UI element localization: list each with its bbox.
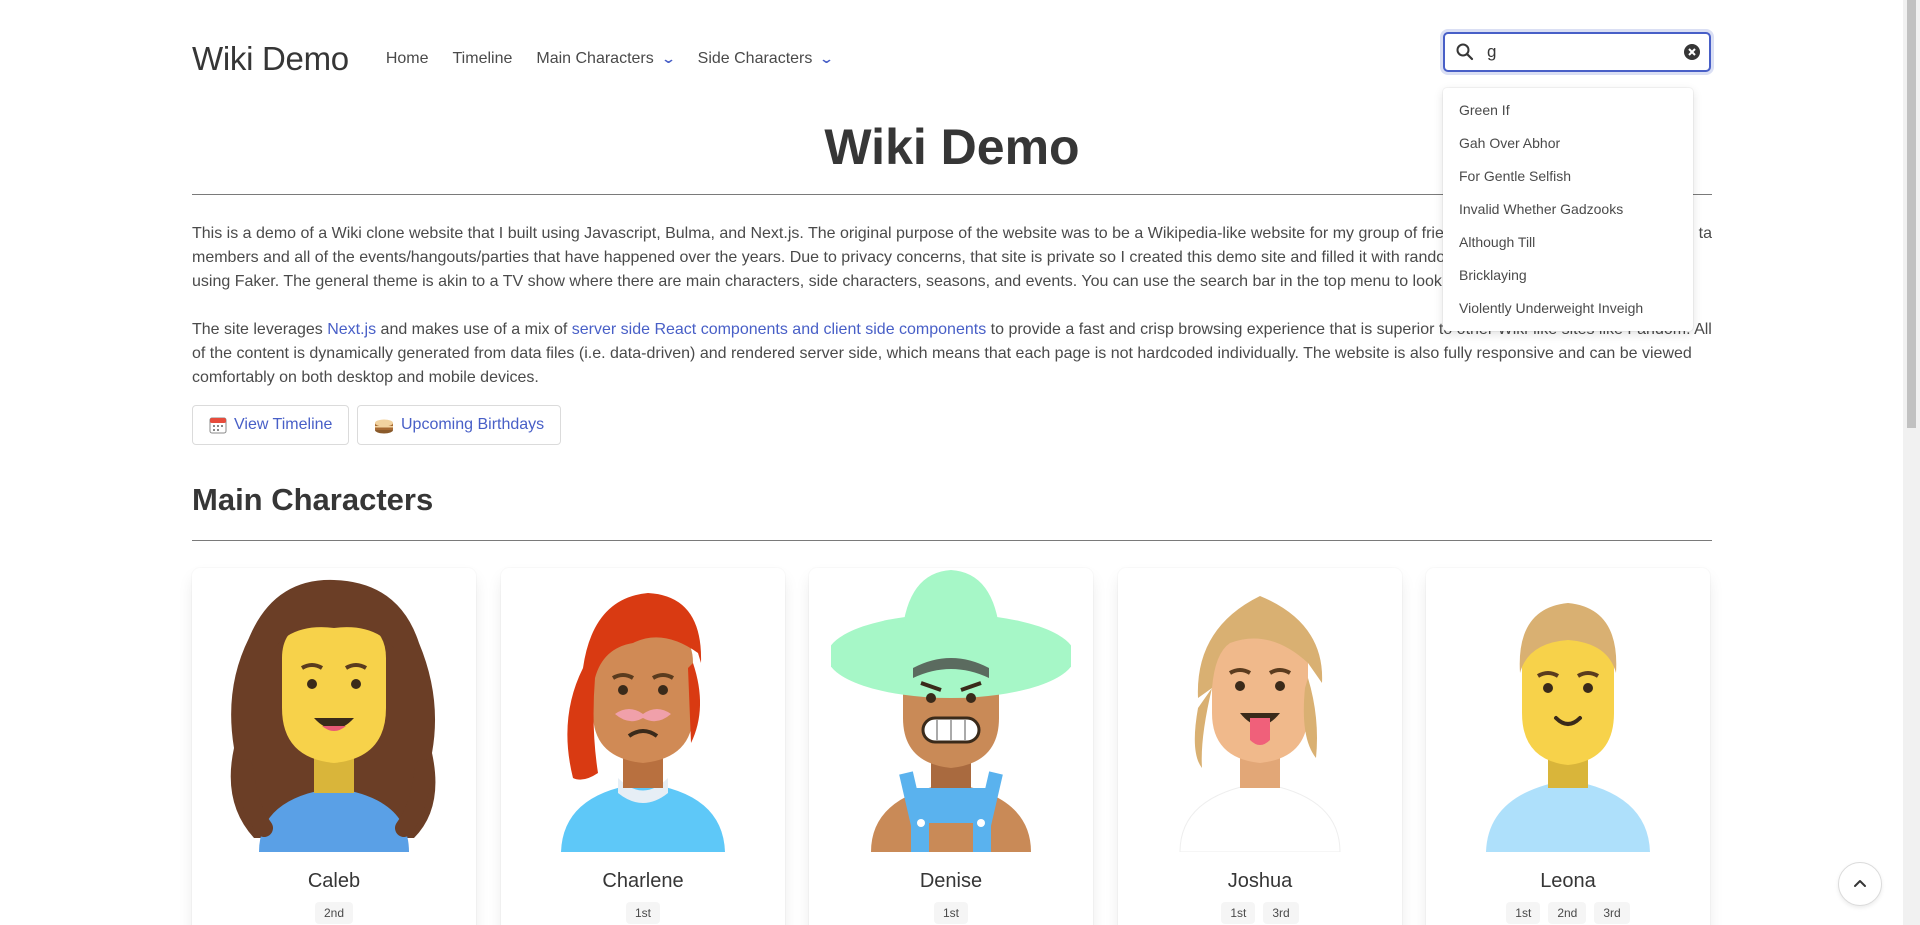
suggestion-item[interactable]: Green If [1443, 94, 1693, 127]
brand-logo[interactable]: Wiki Demo [192, 40, 349, 78]
scrollbar[interactable] [1903, 0, 1920, 925]
character-name: Caleb [307, 870, 361, 892]
nav-item-side-characters[interactable]: Side Characters ⌄ [697, 50, 835, 68]
season-tag: 1st [1506, 902, 1541, 924]
view-timeline-button[interactable]: View Timeline [192, 405, 350, 445]
chevron-down-icon: ⌄ [660, 51, 676, 66]
suggestion-item[interactable]: For Gentle Selfish [1443, 160, 1693, 193]
character-card-joshua[interactable]: Joshua 1st 3rd [1118, 568, 1402, 925]
season-tags: 1st [809, 902, 1093, 924]
season-tags: 1st [501, 902, 785, 924]
nav-item-label: Main Characters [536, 50, 654, 67]
nextjs-link[interactable]: Next.js [327, 321, 376, 338]
components-link[interactable]: server side React components and client … [572, 321, 986, 338]
suggestion-item[interactable]: Invalid Whether Gadzooks [1443, 193, 1693, 226]
suggestion-item[interactable]: Violently Underweight Inveigh [1443, 292, 1693, 325]
intro-line-fragment: ta [1698, 225, 1712, 242]
suggestion-item[interactable]: Bricklaying [1443, 259, 1693, 292]
character-name: Denise [919, 870, 983, 892]
search-suggestions: Green If Gah Over Abhor For Gentle Selfi… [1443, 88, 1693, 331]
suggestion-item[interactable]: Although Till [1443, 226, 1693, 259]
season-tags: 1st 3rd [1118, 902, 1402, 924]
section-title: Main Characters [192, 482, 434, 517]
avatar [230, 579, 436, 852]
tech-text: The site leverages [192, 321, 328, 338]
season-tags: 2nd [192, 902, 476, 924]
season-tag: 2nd [1548, 902, 1587, 924]
character-card-charlene[interactable]: Charlene 1st [501, 568, 785, 925]
upcoming-birthdays-button[interactable]: Upcoming Birthdays [357, 405, 562, 445]
nav-item-main-characters[interactable]: Main Characters ⌄ [536, 50, 676, 68]
nav-item-timeline[interactable]: Timeline [453, 50, 513, 68]
character-card-leona[interactable]: Leona 1st 2nd 3rd [1426, 568, 1710, 925]
scroll-to-top-button[interactable] [1838, 862, 1882, 906]
character-name: Charlene [602, 870, 684, 892]
nav-item-label: Side Characters [697, 50, 813, 67]
clear-icon[interactable] [1675, 43, 1709, 61]
character-name: Leona [1540, 870, 1596, 892]
chevron-down-icon: ⌄ [819, 51, 835, 66]
avatar [831, 570, 1071, 852]
calendar-icon [209, 416, 227, 434]
character-card-denise[interactable]: Denise 1st [809, 568, 1093, 925]
search-input[interactable]: g [1443, 32, 1711, 72]
intro-line: This is a demo of a Wiki clone website t… [192, 225, 1453, 242]
character-name: Joshua [1227, 870, 1293, 892]
tech-line: comfortably on both desktop and mobile d… [192, 369, 539, 386]
avatar [561, 593, 725, 852]
cake-icon [374, 416, 394, 434]
season-tag: 2nd [314, 902, 354, 924]
avatar [1486, 603, 1650, 852]
button-label: Upcoming Birthdays [401, 416, 545, 433]
season-tag: 1st [625, 902, 660, 924]
nav-item-home[interactable]: Home [386, 50, 429, 68]
nav-item-label: Timeline [452, 50, 513, 67]
season-tag: 1st [1221, 902, 1256, 924]
season-tag: 1st [933, 902, 968, 924]
scrollbar-thumb[interactable] [1907, 0, 1916, 428]
search-value[interactable]: g [1485, 42, 1675, 62]
season-tag: 3rd [1263, 902, 1299, 924]
divider [192, 540, 1712, 541]
nav-item-label: Home [385, 50, 429, 67]
chevron-up-icon [1854, 880, 1866, 887]
search-icon [1445, 42, 1485, 62]
tech-text: and makes use of a mix of [376, 321, 572, 338]
button-label: View Timeline [234, 416, 333, 433]
season-tags: 1st 2nd 3rd [1426, 902, 1710, 924]
character-card-caleb[interactable]: Caleb 2nd [192, 568, 476, 925]
avatar [1179, 596, 1341, 852]
tech-line: of the content is dynamically generated … [192, 345, 1692, 362]
season-tag: 3rd [1594, 902, 1630, 924]
suggestion-item[interactable]: Gah Over Abhor [1443, 127, 1693, 160]
